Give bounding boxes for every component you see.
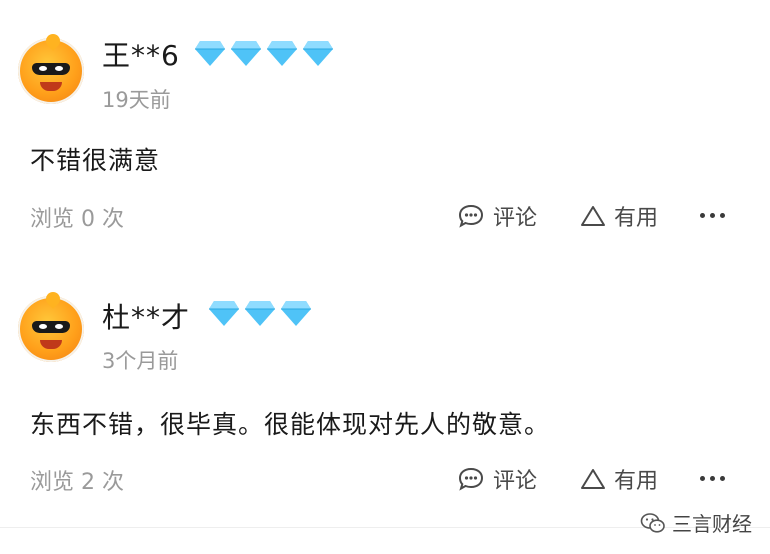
diamond-icon (245, 301, 275, 326)
comment-label: 评论 (493, 206, 538, 231)
review-time: 3个月前 (102, 349, 179, 373)
triangle-icon (581, 206, 605, 226)
useful-button[interactable]: 有用 (580, 463, 658, 495)
comment-button[interactable]: 评论 (457, 463, 537, 495)
useful-label: 有用 (614, 206, 659, 231)
review-content: 不错很满意 (30, 146, 161, 175)
triangle-icon (581, 469, 605, 489)
view-count: 浏览 2 次 (30, 470, 124, 495)
diamond-icon (231, 41, 261, 66)
diamond-icon (209, 301, 239, 326)
review-content: 东西不错，很毕真。很能体现对先人的敬意。 (30, 410, 551, 439)
watermark-text: 三言财经 (672, 512, 752, 536)
wechat-icon (640, 512, 665, 533)
view-count: 浏览 0 次 (30, 207, 124, 232)
diamond-icon (281, 301, 311, 326)
user-avatar[interactable] (18, 31, 84, 104)
useful-button[interactable]: 有用 (580, 200, 658, 232)
more-dots-icon[interactable] (700, 213, 725, 218)
diamond-icon (267, 41, 297, 66)
diamond-icon (303, 41, 333, 66)
user-avatar[interactable] (18, 289, 84, 362)
review-time: 19天前 (102, 88, 171, 112)
chat-bubble-icon (458, 204, 484, 228)
diamond-icon (195, 41, 225, 66)
more-dots-icon[interactable] (700, 476, 725, 481)
watermark: 三言财经 (640, 508, 752, 537)
level-diamonds (207, 298, 313, 328)
username[interactable]: 王**6 (102, 34, 180, 74)
comment-label: 评论 (493, 469, 538, 494)
useful-label: 有用 (614, 469, 659, 494)
chat-bubble-icon (458, 467, 484, 491)
username[interactable]: 杜**才 (102, 296, 190, 336)
comment-button[interactable]: 评论 (457, 200, 537, 232)
level-diamonds (193, 38, 335, 68)
